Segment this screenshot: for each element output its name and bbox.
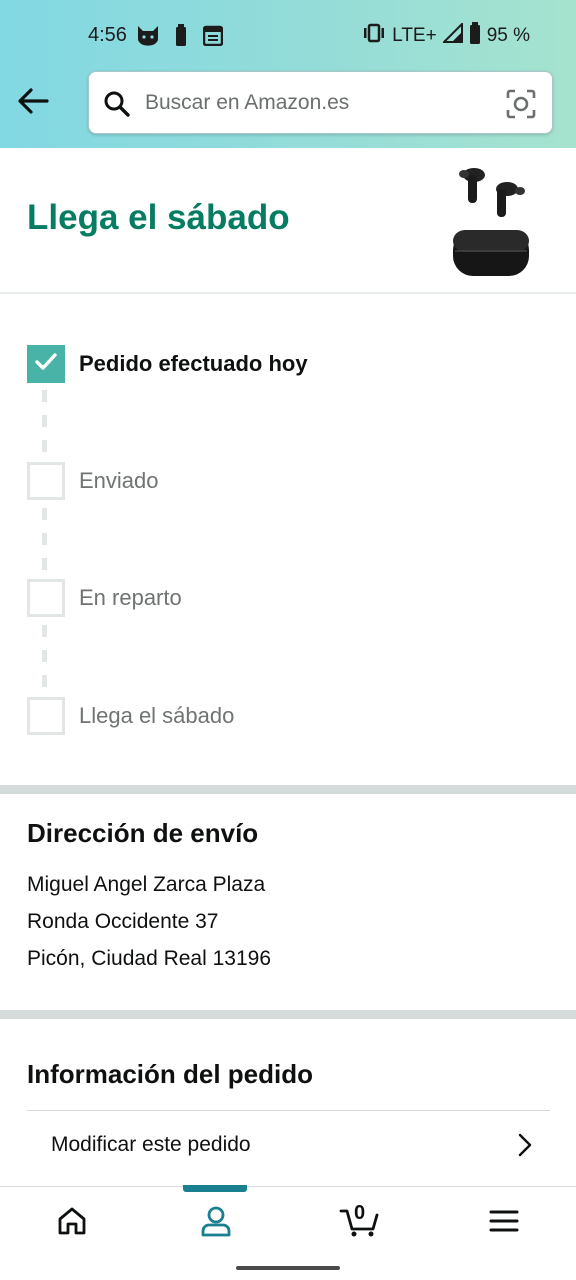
step-label: Llega el sábado — [79, 703, 235, 728]
camera-search-icon[interactable] — [506, 89, 536, 124]
cart-count-badge: 0 — [354, 1202, 366, 1224]
home-icon — [56, 1206, 88, 1241]
back-button[interactable] — [14, 84, 52, 122]
timeline-dash — [42, 558, 47, 570]
network-type: LTE+ — [392, 25, 437, 46]
step-en-reparto: En reparto — [27, 579, 182, 617]
section-divider — [0, 1010, 576, 1019]
timeline-dash — [42, 440, 47, 452]
nav-menu[interactable] — [432, 1187, 576, 1259]
signal-icon — [441, 21, 463, 49]
earbud-left — [459, 168, 485, 203]
timeline-dash — [42, 390, 47, 402]
battery-icon — [469, 22, 481, 50]
step-checkbox — [27, 462, 65, 500]
search-icon — [103, 90, 131, 123]
step-pedido-efectuado: Pedido efectuado hoy — [27, 345, 308, 383]
back-arrow-icon — [17, 87, 49, 119]
address-name: Miguel Angel Zarca Plaza — [27, 873, 266, 896]
timeline-dash — [42, 675, 47, 687]
modify-order-label: Modificar este pedido — [51, 1133, 251, 1156]
tracking-timeline: Pedido efectuado hoy Enviado En reparto … — [0, 296, 576, 786]
timeline-dash — [42, 625, 47, 637]
chevron-right-icon — [518, 1133, 532, 1162]
battery-saver-icon — [175, 24, 187, 51]
order-info-title: Información del pedido — [27, 1059, 314, 1089]
nav-account[interactable] — [144, 1187, 288, 1259]
status-time: 4:56 — [88, 24, 127, 46]
arrival-title: Llega el sábado — [27, 198, 290, 237]
step-checkbox — [27, 345, 65, 383]
timeline-dash — [42, 650, 47, 662]
bottom-nav — [0, 1185, 576, 1259]
hamburger-menu-icon — [489, 1209, 519, 1238]
step-enviado: Enviado — [27, 462, 159, 500]
timeline-dash — [42, 415, 47, 427]
battery-percent: 95 % — [486, 25, 530, 46]
gesture-bar[interactable] — [236, 1266, 340, 1270]
address-city: Picón, Ciudad Real 13196 — [27, 947, 272, 970]
timeline-dash — [42, 508, 47, 520]
section-divider — [0, 785, 576, 794]
timeline-dash — [42, 533, 47, 545]
step-llega-sabado: Llega el sábado — [27, 697, 234, 735]
modify-order-row[interactable]: Modificar este pedido — [27, 1110, 550, 1182]
search-input[interactable] — [145, 82, 495, 124]
vibrate-icon — [362, 23, 386, 49]
step-label: Pedido efectuado hoy — [79, 351, 308, 376]
order-info-section: Información del pedido Modificar este pe… — [0, 1019, 576, 1189]
step-checkbox — [27, 697, 65, 735]
address-street: Ronda Occidente 37 — [27, 910, 219, 933]
step-label: Enviado — [79, 468, 159, 493]
search-box[interactable] — [88, 71, 553, 134]
checkmark-icon — [34, 352, 58, 377]
calendar-icon — [202, 24, 224, 51]
earbud-right — [496, 182, 525, 217]
charging-case — [453, 230, 529, 276]
step-label: En reparto — [79, 585, 182, 610]
shipping-title: Dirección de envío — [27, 818, 259, 848]
arrival-section: Llega el sábado — [0, 148, 576, 294]
nav-home[interactable] — [0, 1187, 144, 1259]
status-indicators: LTE+ 95 % — [362, 21, 530, 50]
cat-notification-icon — [136, 24, 160, 51]
user-icon — [200, 1205, 232, 1242]
product-image[interactable] — [440, 158, 540, 278]
shipping-address-section: Dirección de envío Miguel Angel Zarca Pl… — [0, 794, 576, 1010]
status-bar: 4:56 LTE+ 95 % — [0, 0, 576, 70]
app-header: 4:56 LTE+ 95 % — [0, 0, 576, 148]
step-checkbox — [27, 579, 65, 617]
